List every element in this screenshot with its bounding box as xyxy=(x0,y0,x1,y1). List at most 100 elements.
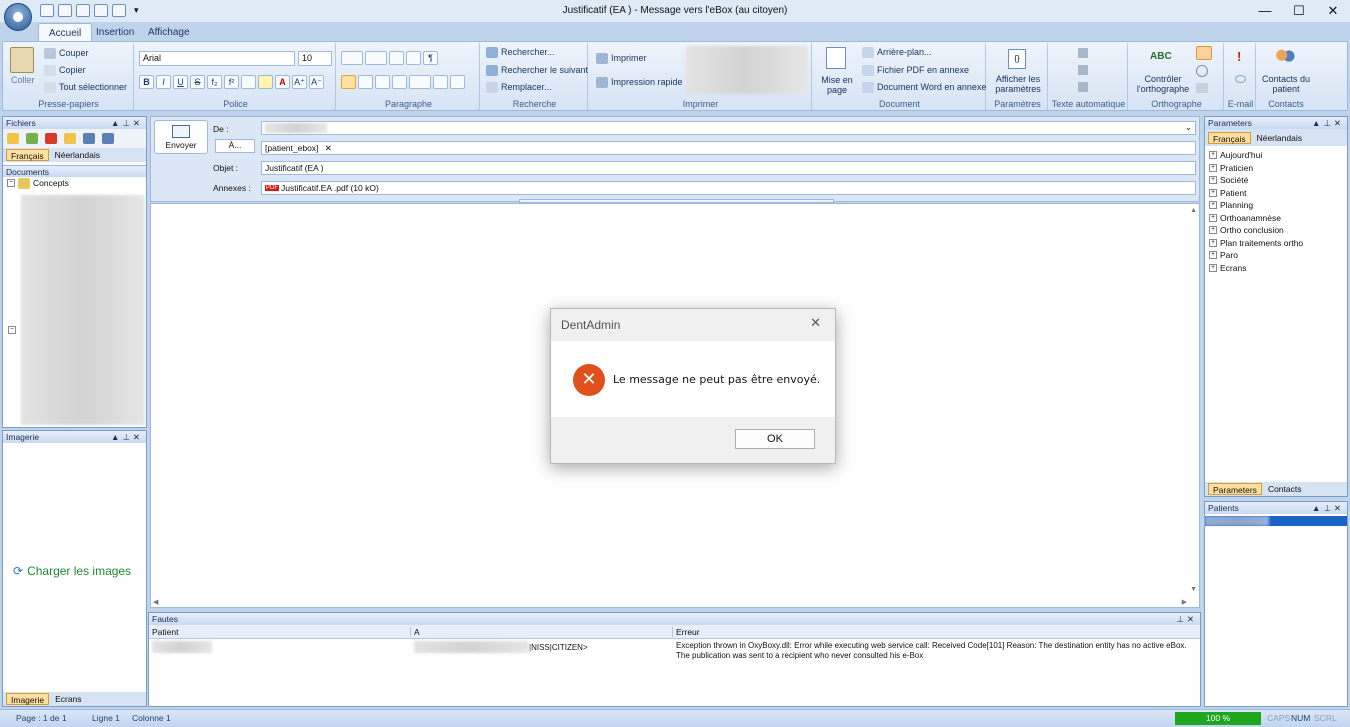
line-spacing-icon[interactable] xyxy=(409,75,431,89)
param-item[interactable]: + Orthoanamnèse xyxy=(1209,212,1347,225)
redo-icon[interactable] xyxy=(112,4,126,17)
align-right-icon[interactable] xyxy=(375,75,390,89)
app-menu-button[interactable] xyxy=(4,3,32,31)
table-row[interactable]: |NISS|CITIZEN> Exception thrown in OxyBo… xyxy=(149,639,1200,661)
zoom-indicator[interactable]: 100 % xyxy=(1175,712,1261,725)
indent-icon[interactable] xyxy=(406,51,421,65)
contacts-icon[interactable] xyxy=(1274,48,1296,66)
expand-icon[interactable]: − xyxy=(7,179,15,188)
highlight-icon[interactable] xyxy=(258,75,273,89)
grow-font-button[interactable]: A⁺ xyxy=(292,75,307,89)
pin-icon[interactable]: ⊥ xyxy=(1323,118,1333,128)
undo-icon[interactable] xyxy=(94,4,108,17)
tree-collapse-icon[interactable]: − xyxy=(8,323,19,334)
col-patient[interactable]: Patient xyxy=(149,626,411,637)
save-file-icon[interactable] xyxy=(83,133,95,144)
background-button[interactable]: Arrière-plan... xyxy=(862,47,932,59)
collapse-icon[interactable]: ▲ xyxy=(1312,503,1323,513)
pin-icon[interactable]: ⊥ xyxy=(122,118,132,128)
spelling-option-icon[interactable] xyxy=(1196,46,1212,60)
col-erreur[interactable]: Erreur xyxy=(673,627,700,637)
cut-button[interactable]: Couper xyxy=(44,48,89,60)
new-folder-icon[interactable] xyxy=(64,133,76,144)
param-item[interactable]: + Patient xyxy=(1209,187,1347,200)
shrink-font-button[interactable]: A⁻ xyxy=(309,75,324,89)
param-item[interactable]: + Planning xyxy=(1209,199,1347,212)
show-params-button[interactable]: Afficher les paramètres xyxy=(990,74,1046,94)
pin-icon[interactable]: ⊥ xyxy=(1323,503,1333,513)
tab-params-francais[interactable]: Français xyxy=(1208,131,1251,144)
remove-recipient-icon[interactable]: ✕ xyxy=(325,143,332,153)
param-item[interactable]: + Praticien xyxy=(1209,162,1347,175)
tab-imagerie[interactable]: Imagerie xyxy=(6,693,50,705)
attachments-field[interactable]: PDF Justificatif.EA .pdf (10 kO) xyxy=(261,181,1196,195)
dialog-close-button[interactable]: ✕ xyxy=(810,315,821,331)
tab-parameters[interactable]: Parameters xyxy=(1208,483,1262,495)
align-left-icon[interactable] xyxy=(341,75,356,89)
justify-icon[interactable] xyxy=(392,75,407,89)
print-icon[interactable] xyxy=(58,4,72,17)
imagery-panel-controls[interactable]: ▲⊥✕ xyxy=(111,432,143,443)
italic-button[interactable]: I xyxy=(156,75,171,89)
eye-icon[interactable] xyxy=(1235,75,1246,83)
param-item[interactable]: + Plan traitements ortho xyxy=(1209,237,1347,250)
priority-icon[interactable]: ! xyxy=(1237,49,1241,64)
attachment-item[interactable]: Justificatif.EA .pdf (10 kO) xyxy=(281,183,379,193)
close-window-button[interactable]: ✕ xyxy=(1316,0,1350,22)
from-select[interactable]: ⌄ xyxy=(261,121,1196,135)
spellcheck-icon[interactable]: ABC xyxy=(1150,51,1172,62)
to-field[interactable]: [patient_ebox] ✕ xyxy=(261,141,1196,155)
to-button[interactable]: À... xyxy=(215,139,255,153)
tree-root-concepts[interactable]: − Concepts xyxy=(3,177,146,190)
page-layout-button[interactable]: Mise en page xyxy=(818,75,856,95)
params-icon[interactable]: {} xyxy=(1008,49,1026,69)
select-all-button[interactable]: Tout sélectionner xyxy=(44,82,127,94)
font-color-button[interactable]: A xyxy=(275,75,290,89)
word-attach-button[interactable]: Document Word en annexe xyxy=(862,82,986,94)
tab-accueil[interactable]: Accueil xyxy=(38,23,93,42)
patient-contacts-button[interactable]: Contacts du patient xyxy=(1260,74,1312,94)
underline-button[interactable]: U xyxy=(173,75,188,89)
close-icon[interactable]: ✕ xyxy=(133,118,143,128)
close-icon[interactable]: ✕ xyxy=(133,432,143,442)
tab-contacts[interactable]: Contacts xyxy=(1264,483,1306,495)
quick-print-button[interactable]: Impression rapide xyxy=(596,77,683,89)
autotext-icon-1[interactable] xyxy=(1078,48,1088,58)
page-layout-icon[interactable] xyxy=(826,47,846,69)
tab-params-neerlandais[interactable]: Néerlandais xyxy=(1253,132,1306,144)
superscript-button[interactable]: f² xyxy=(224,75,239,89)
strikethrough-button[interactable]: S xyxy=(190,75,205,89)
scroll-up-icon[interactable]: ▲ xyxy=(1190,207,1197,214)
param-item[interactable]: + Société xyxy=(1209,174,1347,187)
copy-button[interactable]: Copier xyxy=(44,65,86,77)
bold-button[interactable]: B xyxy=(139,75,154,89)
save-as-icon[interactable] xyxy=(102,133,114,144)
tab-affichage[interactable]: Affichage xyxy=(138,23,200,42)
param-item[interactable]: + Paro xyxy=(1209,249,1347,262)
pin-icon[interactable]: ⊥ xyxy=(122,432,132,442)
find-next-button[interactable]: Rechercher le suivant xyxy=(486,65,588,77)
col-a[interactable]: A xyxy=(411,626,673,637)
ok-button[interactable]: OK xyxy=(735,429,815,449)
spelling-tools-icon[interactable] xyxy=(1196,83,1208,93)
print-preview-icon[interactable] xyxy=(76,4,90,17)
tab-insertion[interactable]: Insertion xyxy=(86,23,144,42)
find-button[interactable]: Rechercher... xyxy=(486,47,555,59)
borders-icon[interactable] xyxy=(450,75,465,89)
pdf-attach-button[interactable]: Fichier PDF en annexe xyxy=(862,65,969,77)
param-item[interactable]: + Aujourd'hui xyxy=(1209,149,1347,162)
collapse-icon[interactable]: ▲ xyxy=(111,432,122,442)
collapse-icon[interactable]: ▲ xyxy=(1312,118,1323,128)
tab-neerlandais[interactable]: Néerlandais xyxy=(51,149,104,161)
send-button[interactable]: Envoyer xyxy=(154,120,208,154)
close-icon[interactable]: ✕ xyxy=(1334,118,1344,128)
outdent-icon[interactable] xyxy=(389,51,404,65)
from-dropdown-icon[interactable]: ⌄ xyxy=(1185,122,1192,133)
collapse-icon[interactable]: ▲ xyxy=(111,118,122,128)
spellcheck-button[interactable]: Contrôler l'orthographe xyxy=(1132,74,1194,94)
selected-patient-row[interactable] xyxy=(1205,516,1347,526)
minimize-button[interactable]: — xyxy=(1248,0,1282,22)
numbering-icon[interactable] xyxy=(365,51,387,65)
scroll-right-icon[interactable]: ▶ xyxy=(1182,598,1187,606)
param-item[interactable]: + Ecrans xyxy=(1209,262,1347,275)
